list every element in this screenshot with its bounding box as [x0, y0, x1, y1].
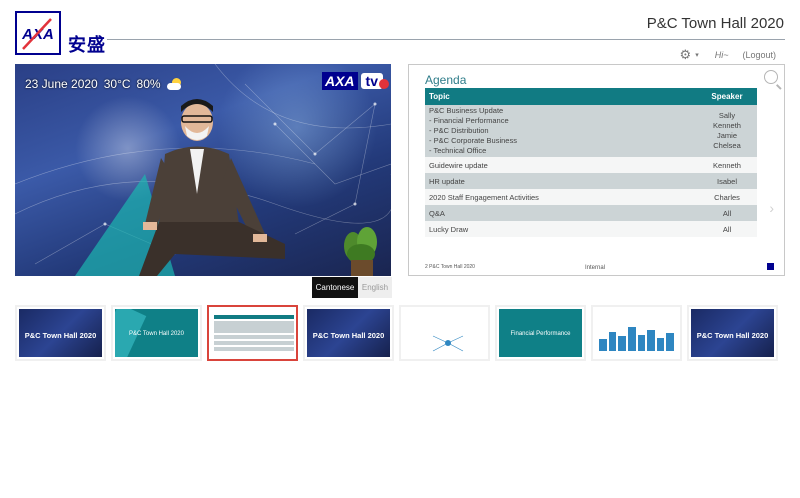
thumbnail-bar: [627, 327, 636, 351]
thumbnail-bar: [656, 337, 665, 351]
thumbnail-image: P&C Town Hall 2020: [19, 309, 102, 357]
subtopic-text: - P&C Corporate Business: [429, 136, 517, 145]
thumbnail-bar: [637, 334, 646, 351]
lang-option-cantonese[interactable]: Cantonese: [312, 277, 358, 298]
agenda-table: Topic Speaker P&C Business Update - Fina…: [425, 88, 757, 237]
subtopic-text: - P&C Distribution: [429, 126, 489, 135]
humidity-text: 80%: [136, 77, 161, 91]
speaker-text: Jamie: [716, 131, 737, 140]
page-title: P&C Town Hall 2020: [646, 15, 784, 32]
thumbnail-mini-row: [214, 347, 294, 351]
thumbnail-caption: P&C Town Hall 2020: [312, 331, 385, 340]
topic-cell: Q&A: [425, 205, 697, 221]
thumbnail-caption: P&C Town Hall 2020: [129, 331, 184, 337]
chevron-down-icon[interactable]: ▾: [695, 51, 699, 59]
thumbnail-bar-chart: [599, 321, 674, 351]
slide-thumbnail-4[interactable]: P&C Town Hall 2020: [303, 305, 394, 361]
column-header-speaker: Speaker: [697, 88, 757, 105]
video-player[interactable]: 23 June 2020 30°C 80% AXA tv: [15, 64, 391, 276]
thumbnail-image: P&C Town Hall 2020: [115, 309, 198, 357]
table-row: HR update Isabel: [425, 173, 757, 189]
thumbnail-caption: Financial Performance: [510, 331, 571, 337]
thumbnail-image: [595, 309, 678, 357]
thumbnail-bar: [647, 330, 655, 351]
table-row: P&C Business Update - Financial Performa…: [425, 105, 757, 157]
thumbnail-image: Financial Performance: [499, 309, 582, 357]
table-row: Q&A All: [425, 205, 757, 221]
table-row: 2020 Staff Engagement Activities Charles: [425, 189, 757, 205]
thumbnail-bar: [599, 339, 607, 351]
thumbnail-mini-row: [214, 315, 294, 319]
video-weather-overlay: 23 June 2020 30°C 80%: [25, 77, 183, 91]
logout-link[interactable]: (Logout): [742, 50, 776, 60]
zoom-icon[interactable]: [764, 70, 778, 84]
chevron-right-icon[interactable]: ›: [769, 200, 774, 216]
slide-viewer: Agenda Topic Speaker P&C Business Update…: [408, 64, 785, 276]
thumbnail-image: P&C Town Hall 2020: [691, 309, 774, 357]
table-row: Lucky Draw All: [425, 221, 757, 237]
speaker-cell: Sally Kenneth Jamie Chelsea: [697, 105, 757, 157]
slide-footer-page: 2 P&C Town Hall 2020: [425, 264, 475, 270]
column-header-topic: Topic: [425, 88, 697, 105]
thumbnail-mini-table: [214, 315, 294, 353]
speaker-cell: Kenneth: [697, 157, 757, 173]
lang-option-english[interactable]: English: [358, 277, 392, 298]
thumbnail-network-graphic: [432, 335, 464, 352]
slide-thumbnail-8[interactable]: P&C Town Hall 2020: [687, 305, 778, 361]
slide-thumbnail-2[interactable]: P&C Town Hall 2020: [111, 305, 202, 361]
speaker-text: Chelsea: [713, 141, 741, 150]
subtopic-text: - Technical Office: [429, 146, 487, 155]
speaker-cell: All: [697, 205, 757, 221]
logo-chinese-text: 安盛: [68, 35, 106, 56]
topic-cell: Lucky Draw: [425, 221, 697, 237]
topic-cell: P&C Business Update - Financial Performa…: [425, 105, 697, 157]
thumbnail-image: [403, 309, 486, 357]
topic-cell: 2020 Staff Engagement Activities: [425, 189, 697, 205]
date-text: 23 June 2020: [25, 77, 98, 91]
slide-title: Agenda: [425, 73, 467, 87]
thumbnail-bar: [608, 331, 617, 351]
user-greeting: Hi~: [714, 50, 729, 60]
speaker-cell: Charles: [697, 189, 757, 205]
axa-tv-logo: AXA tv: [321, 72, 390, 90]
partly-cloudy-icon: [166, 78, 183, 90]
speaker-cell: All: [697, 221, 757, 237]
topic-text: P&C Business Update: [429, 106, 504, 115]
thumbnail-bar: [666, 333, 674, 351]
table-row: Guidewire update Kenneth: [425, 157, 757, 173]
temperature-text: 30°C: [103, 77, 131, 91]
plant-decoration: [344, 227, 377, 276]
gear-icon[interactable]: ⚙: [680, 47, 692, 63]
slide-thumbnail-3[interactable]: [207, 305, 298, 361]
slide-thumbnail-strip: P&C Town Hall 2020 P&C Town Hall 2020 P&…: [15, 305, 778, 361]
axa-tv-logo-tv: tv: [360, 73, 390, 89]
thumbnail-caption: P&C Town Hall 2020: [696, 331, 769, 340]
axa-tv-logo-axa: AXA: [321, 72, 358, 90]
thumbnail-image: [211, 309, 294, 357]
agenda-header-row: Topic Speaker: [425, 88, 757, 105]
axa-logo: AXA: [15, 11, 61, 55]
slide-thumbnail-5[interactable]: [399, 305, 490, 361]
thumbnail-mini-row: [214, 335, 294, 339]
speaker-cell: Isabel: [697, 173, 757, 189]
slide-thumbnail-6[interactable]: Financial Performance: [495, 305, 586, 361]
thumbnail-image: P&C Town Hall 2020: [307, 309, 390, 357]
slide-thumbnail-7[interactable]: [591, 305, 682, 361]
user-bar: ⚙ ▾ Hi~ (Logout): [680, 47, 776, 63]
slide-thumbnail-1[interactable]: P&C Town Hall 2020: [15, 305, 106, 361]
subtopic-text: - Financial Performance: [429, 116, 509, 125]
thumbnail-bar: [618, 336, 626, 351]
axa-small-logo-icon: [767, 263, 774, 270]
topic-cell: HR update: [425, 173, 697, 189]
language-switch: Cantonese English: [312, 277, 392, 298]
header-divider: [107, 39, 785, 40]
speaker-text: Sally: [718, 111, 736, 120]
thumbnail-mini-row: [214, 341, 294, 345]
slide-footer-classification: Internal: [585, 265, 606, 271]
speaker-figure: [139, 99, 285, 276]
speaker-text: Kenneth: [713, 121, 741, 130]
thumbnail-mini-row: [214, 321, 294, 333]
topic-cell: Guidewire update: [425, 157, 697, 173]
thumbnail-caption: P&C Town Hall 2020: [24, 331, 97, 340]
